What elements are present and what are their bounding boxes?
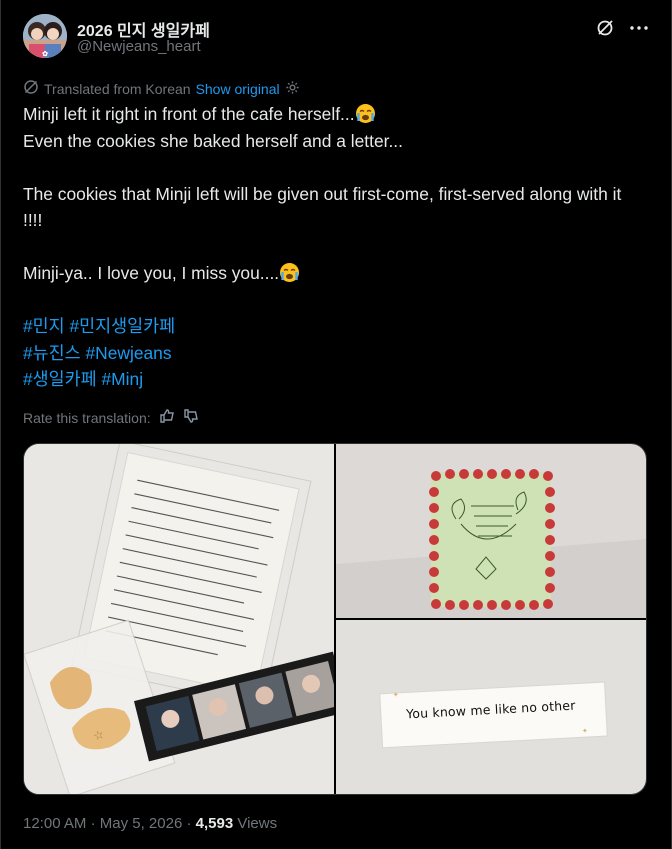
hashtag-link[interactable]: #Minj [102, 369, 144, 389]
post-line: Minji-ya.. I love you, I miss you.... [23, 263, 280, 283]
post-meta: 12:00 AM · May 5, 2026 · 4,593 Views [23, 815, 278, 832]
photo-strawberry-note[interactable] [336, 444, 646, 618]
hashtag-link[interactable]: #생일카페 [23, 369, 97, 389]
svg-text:✦: ✦ [393, 691, 399, 699]
avatar[interactable]: ✿ [23, 14, 67, 58]
rate-translation: Rate this translation: [23, 408, 199, 427]
grok-icon[interactable] [595, 18, 615, 38]
svg-text:✿: ✿ [42, 50, 48, 58]
hashtag-link[interactable]: #민지 [23, 316, 65, 336]
crying-face-icon [279, 262, 300, 283]
translate-icon [23, 79, 39, 98]
views-count: 4,593 [195, 815, 234, 832]
settings-icon[interactable] [285, 80, 300, 98]
show-original-link[interactable]: Show original [196, 81, 280, 97]
views-label: Views [237, 815, 278, 832]
thumbs-up-icon[interactable] [159, 408, 175, 427]
rate-label: Rate this translation: [23, 409, 151, 426]
translation-note: Translated from Korean [44, 80, 191, 97]
post-line: Even the cookies she baked herself and a… [23, 130, 403, 151]
photo-message-card[interactable]: ✦ ✦ You know me like no other [336, 620, 646, 794]
photo-letter-cookies[interactable]: ☆ [24, 444, 334, 794]
translation-bar: Translated from Korean Show original [23, 79, 300, 98]
thumbs-down-icon[interactable] [183, 408, 199, 427]
post-time[interactable]: 12:00 AM [23, 815, 86, 832]
post-line: The cookies that Minji left will be give… [23, 183, 627, 231]
svg-text:✦: ✦ [582, 727, 588, 735]
hashtag-link[interactable]: #민지생일카페 [70, 316, 176, 336]
crying-face-icon [355, 103, 376, 124]
hashtag-link[interactable]: #Newjeans [86, 343, 172, 363]
author-handle[interactable]: @Newjeans_heart [77, 38, 201, 55]
hashtag-link[interactable]: #뉴진스 [23, 343, 81, 363]
header-actions [595, 18, 649, 38]
more-icon[interactable] [629, 18, 649, 38]
post: ✿ 2026 민지 생일카페 @Newjeans_heart Translate… [0, 0, 672, 849]
media-grid: ☆ ✦ ✦ You know me like no other [23, 443, 647, 795]
post-header: ✿ 2026 민지 생일카페 @Newjeans_heart [23, 14, 649, 58]
post-date[interactable]: May 5, 2026 [100, 815, 183, 832]
post-line: Minji left it right in front of the cafe… [23, 104, 355, 124]
post-text: Minji left it right in front of the cafe… [23, 101, 643, 393]
